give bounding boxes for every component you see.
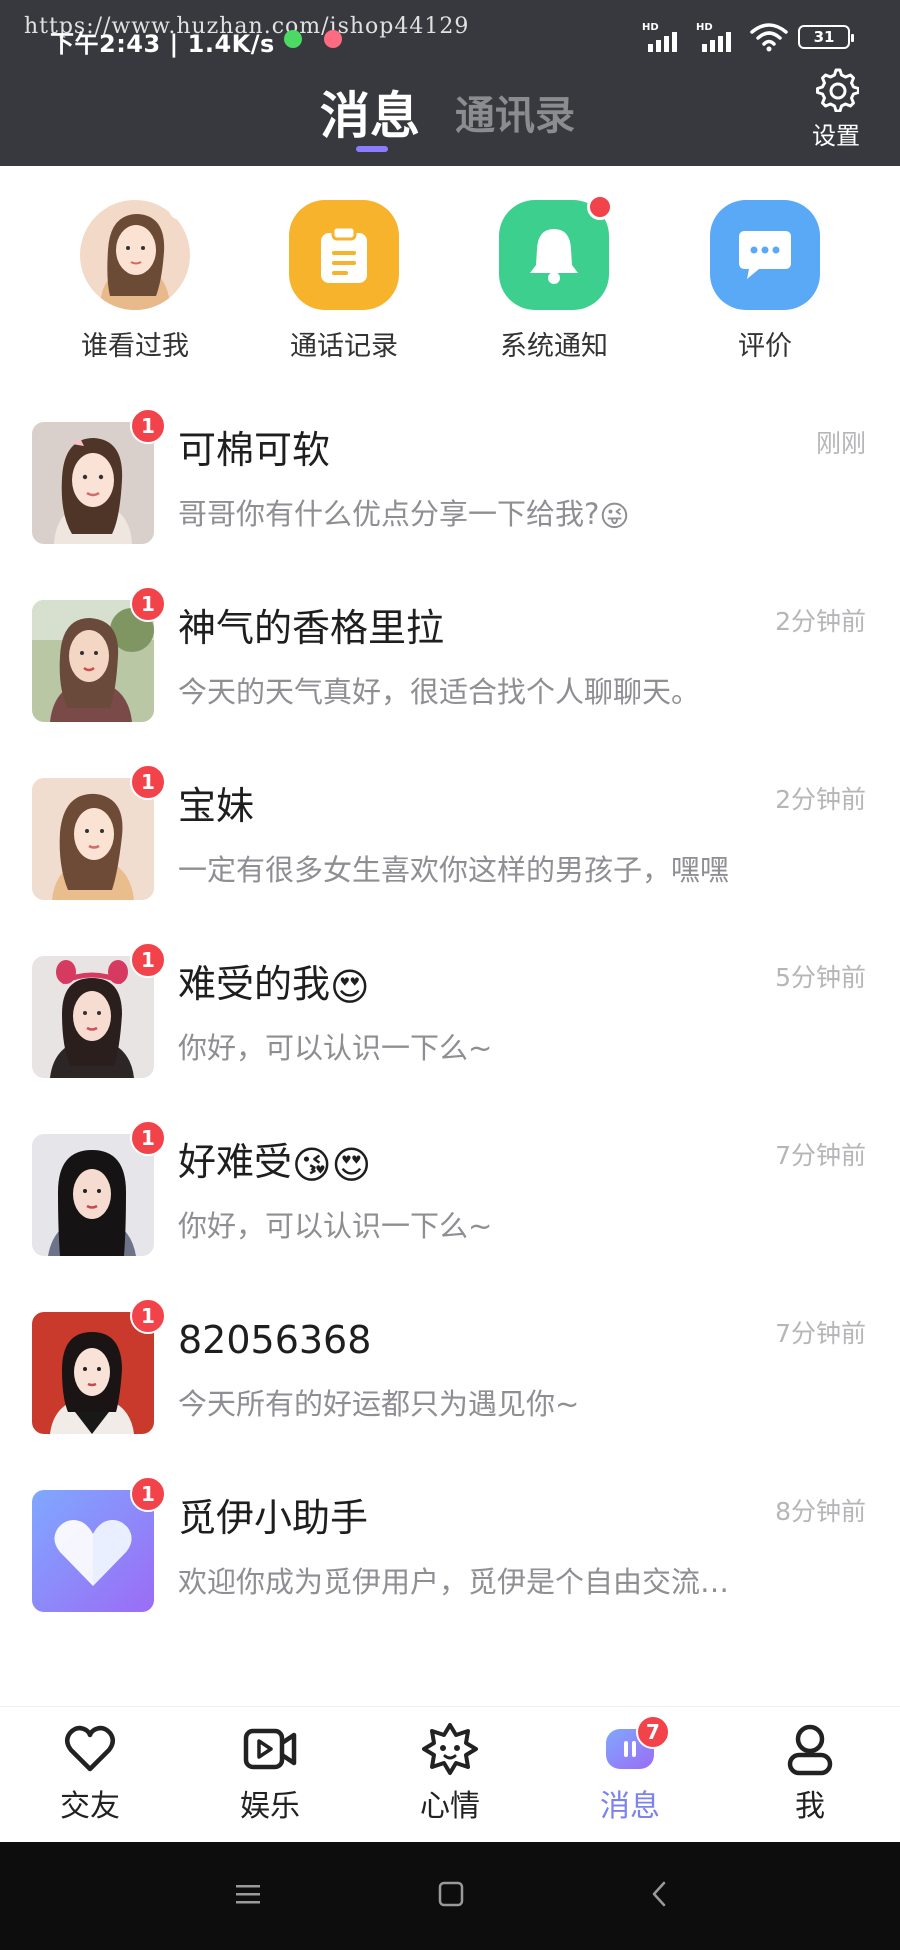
message-time: 7分钟前 <box>775 1141 866 1170</box>
avatar <box>32 778 154 900</box>
contact-name: 觅伊小助手 <box>178 1496 369 1540</box>
emoji-kiss-heart-eyes: 😘😍 <box>292 1142 372 1187</box>
message-time: 2分钟前 <box>775 785 866 814</box>
heart-icon <box>65 1725 115 1772</box>
new-dot <box>587 194 613 220</box>
tab-contacts[interactable]: 通讯录 <box>455 90 575 142</box>
contact-name: 82056368 <box>178 1318 372 1362</box>
avatar <box>32 956 154 1078</box>
unread-badge: 1 <box>130 408 166 444</box>
mood-icon <box>422 1723 478 1775</box>
status-icons: HD HD 31 <box>642 22 854 52</box>
unread-badge: 1 <box>130 1476 166 1512</box>
wechat-status-icon <box>284 30 302 48</box>
nav-unread-badge: 7 <box>636 1715 670 1749</box>
avatar <box>32 422 154 544</box>
assistant-logo <box>32 1490 154 1612</box>
person-icon <box>787 1724 833 1776</box>
message-preview: 你好，可以认识一下么~ <box>178 1031 493 1065</box>
emoji-heart-eyes: 😍 <box>330 964 370 1009</box>
video-icon <box>243 1728 297 1770</box>
signal-icon-2: HD <box>696 22 740 52</box>
unread-badge: 1 <box>130 764 166 800</box>
avatar <box>32 1134 154 1256</box>
comment-icon <box>710 200 820 310</box>
conversation-item[interactable]: 1 觅伊小助手 8分钟前 欢迎你成为觅伊用户，觅伊是个自由交流… <box>0 1472 900 1650</box>
nav-label: 心情 <box>420 1789 480 1824</box>
menu-icon[interactable] <box>234 1880 262 1908</box>
nav-label: 娱乐 <box>240 1789 300 1824</box>
contact-name: 可棉可软 <box>178 428 331 472</box>
message-preview: 一定有很多女生喜欢你这样的男孩子，嘿嘿 <box>178 853 730 887</box>
message-preview: 你好，可以认识一下么~ <box>178 1209 493 1243</box>
viewer-avatar <box>80 200 190 310</box>
quick-label: 评价 <box>738 331 792 362</box>
message-preview: 哥哥你有什么优点分享一下给我?😜 <box>178 494 818 536</box>
quick-who-viewed-me[interactable]: 谁看过我 <box>55 200 215 363</box>
nav-label: 消息 <box>600 1789 660 1824</box>
message-time: 7分钟前 <box>775 1319 866 1348</box>
quick-label: 通话记录 <box>290 331 398 362</box>
conversation-item[interactable]: 1 82056368 7分钟前 今天所有的好运都只为遇见你~ <box>0 1294 900 1472</box>
nav-make-friends[interactable]: 交友 <box>30 1721 150 1825</box>
message-preview: 今天的天气真好，很适合找个人聊聊天。 <box>178 675 701 709</box>
back-icon[interactable] <box>646 1880 674 1908</box>
avatar <box>32 600 154 722</box>
message-time: 5分钟前 <box>775 963 866 992</box>
conversation-item[interactable]: 1 宝妹 2分钟前 一定有很多女生喜欢你这样的男孩子，嘿嘿 <box>0 760 900 938</box>
message-preview: 今天所有的好运都只为遇见你~ <box>178 1387 580 1421</box>
message-time: 刚刚 <box>815 429 866 458</box>
nav-label: 我 <box>795 1789 825 1824</box>
emoji-tongue: 😜 <box>599 499 630 533</box>
quick-label: 系统通知 <box>500 331 608 362</box>
message-time: 2分钟前 <box>775 607 866 636</box>
conversation-item[interactable]: 1 可棉可软 刚刚 哥哥你有什么优点分享一下给我?😜 <box>0 404 900 582</box>
message-preview: 欢迎你成为觅伊用户，觅伊是个自由交流… <box>178 1565 730 1599</box>
unread-badge: 1 <box>130 586 166 622</box>
signal-icon: HD <box>642 22 686 52</box>
unread-badge: 1 <box>130 1298 166 1334</box>
quick-system-notice[interactable]: 系统通知 <box>474 194 634 363</box>
app-status-icon <box>324 30 342 48</box>
system-navigation-bar <box>0 1842 900 1950</box>
unread-badge: 1 <box>130 942 166 978</box>
nav-label: 交友 <box>60 1789 120 1824</box>
contact-name: 好难受😘😍 <box>178 1140 372 1187</box>
settings-label: 设置 <box>812 122 860 150</box>
clipboard-icon <box>289 200 399 310</box>
nav-messages[interactable]: 7 消息 <box>570 1715 690 1825</box>
quick-actions: 谁看过我 通话记录 系统通知 评价 <box>0 194 900 363</box>
quick-reviews[interactable]: 评价 <box>685 200 845 363</box>
conversation-item[interactable]: 1 好难受😘😍 7分钟前 你好，可以认识一下么~ <box>0 1116 900 1294</box>
wifi-icon <box>750 23 788 52</box>
contact-name: 神气的香格里拉 <box>178 606 445 650</box>
conversation-item[interactable]: 1 难受的我😍 5分钟前 你好，可以认识一下么~ <box>0 938 900 1116</box>
avatar <box>32 1312 154 1434</box>
quick-call-records[interactable]: 通话记录 <box>264 200 424 363</box>
quick-label: 谁看过我 <box>81 331 189 362</box>
home-icon[interactable] <box>437 1880 465 1908</box>
nav-me[interactable]: 我 <box>750 1721 870 1825</box>
top-header: 下午2:43 | 1.4K/s https://www.huzhan.com/i… <box>0 0 900 166</box>
settings-button[interactable]: 设置 <box>808 66 864 151</box>
unread-badge: 1 <box>130 1120 166 1156</box>
bottom-nav: 交友 娱乐 心情 7 消息 我 <box>0 1706 900 1842</box>
tab-indicator <box>356 146 388 152</box>
message-time: 8分钟前 <box>775 1497 866 1526</box>
tab-messages[interactable]: 消息 <box>320 86 420 146</box>
conversation-item[interactable]: 1 神气的香格里拉 2分钟前 今天的天气真好，很适合找个人聊聊天。 <box>0 582 900 760</box>
battery-icon: 31 <box>798 25 854 49</box>
contact-name: 难受的我😍 <box>178 962 370 1009</box>
watermark-text: https://www.huzhan.com/ishop44129 <box>24 14 470 39</box>
contact-name: 宝妹 <box>178 784 255 828</box>
gear-icon <box>816 68 859 112</box>
nav-entertainment[interactable]: 娱乐 <box>210 1721 330 1825</box>
nav-mood[interactable]: 心情 <box>390 1721 510 1825</box>
